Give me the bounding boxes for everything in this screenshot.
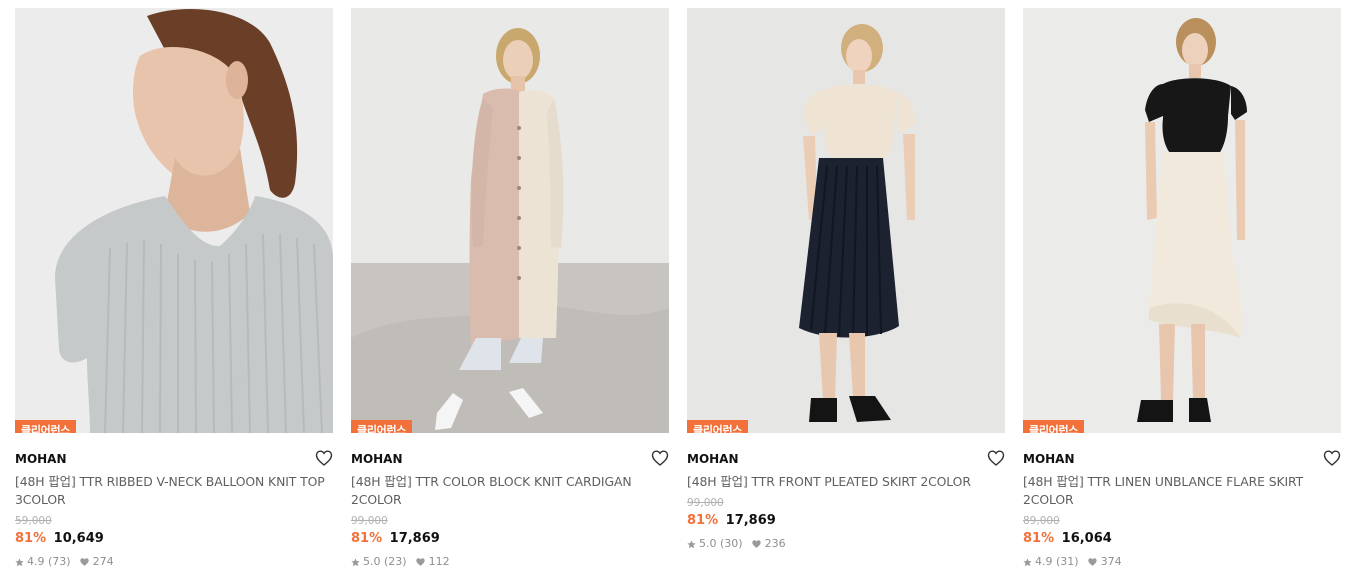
heart-icon[interactable] — [1323, 449, 1341, 467]
star-icon — [1023, 557, 1032, 566]
product-image[interactable]: 클리어런스 — [687, 8, 1005, 433]
original-price: 59,000 — [15, 515, 52, 527]
original-price: 89,000 — [1023, 515, 1060, 527]
heart-icon[interactable] — [651, 449, 669, 467]
product-photo-cardigan-icon — [351, 8, 669, 433]
product-card[interactable]: 클리어런스 MOHAN [48H 팝업] TTR FRONT PLEATED S… — [687, 8, 1005, 564]
brand-name[interactable]: MOHAN — [687, 449, 1005, 469]
brand-name[interactable]: MOHAN — [15, 449, 333, 469]
like-count: 374 — [1100, 555, 1122, 568]
price-row: 81% 17,869 — [687, 512, 1005, 530]
like-count-icon — [1087, 558, 1097, 566]
product-meta: 4.9 (31) 374 — [1023, 555, 1341, 569]
star-icon — [687, 539, 696, 548]
like-count-icon — [751, 540, 761, 548]
product-image[interactable]: 클리어런스 — [15, 8, 333, 433]
clearance-badge: 클리어런스 — [351, 420, 413, 433]
brand-name[interactable]: MOHAN — [1023, 449, 1341, 469]
product-meta: 5.0 (23) 112 — [351, 555, 669, 569]
product-name[interactable]: [48H 팝업] TTR RIBBED V-NECK BALLOON KNIT … — [15, 473, 325, 509]
rating-text: 4.9 (73) — [27, 555, 71, 568]
discount-rate: 81% — [687, 513, 719, 528]
product-name[interactable]: [48H 팝업] TTR FRONT PLEATED SKIRT 2COLOR — [687, 473, 997, 491]
product-card[interactable]: 클리어런스 MOHAN [48H 팝업] TTR LINEN UNBLANCE … — [1023, 8, 1341, 568]
clearance-badge: 클리어런스 — [15, 420, 77, 433]
product-name[interactable]: [48H 팝업] TTR LINEN UNBLANCE FLARE SKIRT … — [1023, 473, 1333, 509]
product-meta: 5.0 (30) 236 — [687, 537, 1005, 551]
product-photo-flare-skirt-icon — [1023, 8, 1341, 433]
discount-rate: 81% — [1023, 531, 1055, 546]
sale-price: 16,064 — [1061, 531, 1112, 546]
price-row: 81% 17,869 — [351, 530, 669, 548]
product-name[interactable]: [48H 팝업] TTR COLOR BLOCK KNIT CARDIGAN 2… — [351, 473, 661, 509]
like-count-icon — [79, 558, 89, 566]
rating-text: 5.0 (30) — [699, 537, 743, 550]
sale-price: 17,869 — [725, 513, 776, 528]
clearance-badge: 클리어런스 — [1023, 420, 1085, 433]
product-photo-knit-top-icon — [15, 8, 333, 433]
discount-rate: 81% — [15, 531, 47, 546]
like-count: 236 — [764, 537, 786, 550]
original-price: 99,000 — [687, 497, 724, 509]
clearance-badge: 클리어런스 — [687, 420, 749, 433]
product-grid: 클리어런스 MOHAN [48H 팝업] TTR RIBBED V-NECK B… — [15, 8, 1341, 568]
product-meta: 4.9 (73) 274 — [15, 555, 333, 569]
price-row: 81% 10,649 — [15, 530, 333, 548]
original-price: 99,000 — [351, 515, 388, 527]
product-card[interactable]: 클리어런스 MOHAN [48H 팝업] TTR RIBBED V-NECK B… — [15, 8, 333, 568]
product-card[interactable]: 클리어런스 MOHAN [48H 팝업] TTR COLOR BLOCK KNI… — [351, 8, 669, 568]
heart-icon[interactable] — [987, 449, 1005, 467]
rating-text: 4.9 (31) — [1035, 555, 1079, 568]
rating-text: 5.0 (23) — [363, 555, 407, 568]
star-icon — [351, 557, 360, 566]
sale-price: 17,869 — [389, 531, 440, 546]
like-count: 112 — [428, 555, 450, 568]
brand-name[interactable]: MOHAN — [351, 449, 669, 469]
like-count: 274 — [92, 555, 114, 568]
sale-price: 10,649 — [53, 531, 104, 546]
product-photo-pleated-skirt-icon — [687, 8, 1005, 433]
heart-icon[interactable] — [315, 449, 333, 467]
star-icon — [15, 557, 24, 566]
product-image[interactable]: 클리어런스 — [351, 8, 669, 433]
discount-rate: 81% — [351, 531, 383, 546]
product-image[interactable]: 클리어런스 — [1023, 8, 1341, 433]
price-row: 81% 16,064 — [1023, 530, 1341, 548]
like-count-icon — [415, 558, 425, 566]
